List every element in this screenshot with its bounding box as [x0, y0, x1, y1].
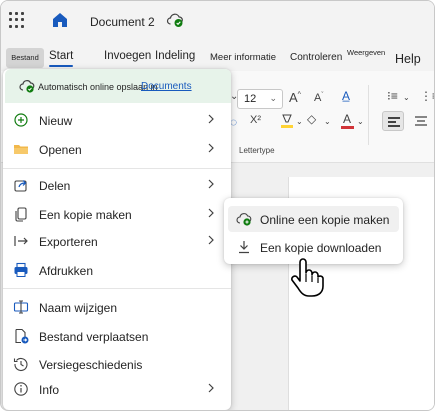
menu-item-label: Exporteren — [39, 235, 98, 249]
share-icon — [14, 180, 27, 192]
font-group-label: Lettertype — [239, 146, 275, 155]
move-file-icon — [15, 328, 29, 344]
file-menu: Automatisch online opslaan in Documents … — [3, 69, 231, 410]
history-icon — [13, 358, 28, 372]
tab-insert[interactable]: Invoegen — [104, 50, 151, 62]
menu-item-rename[interactable]: Naam wijzigen — [3, 294, 231, 320]
submenu-item-copy-online[interactable]: Online een kopie maken — [228, 206, 399, 232]
menu-item-label: Openen — [39, 143, 82, 157]
autosave-banner: Automatisch online opslaan in Documents — [5, 69, 231, 103]
export-icon — [14, 236, 28, 246]
menu-item-label: Nieuw — [39, 114, 73, 128]
menu-item-share[interactable]: Delen — [3, 172, 231, 198]
shading-icon[interactable]: ◇ — [307, 112, 316, 126]
menu-item-label: Info — [39, 383, 60, 397]
tab-review[interactable]: Controleren — [290, 52, 342, 63]
bullets-chevron-icon[interactable]: ⌄ — [403, 93, 410, 102]
submenu-item-label: Online een kopie maken — [260, 213, 390, 227]
menu-separator — [3, 288, 231, 289]
highlight-chevron-icon[interactable]: ⌄ — [296, 117, 303, 126]
autosave-label: Automatisch online opslaan in — [38, 82, 158, 92]
grow-font-button[interactable]: A^ — [289, 90, 301, 105]
chevron-right-icon — [208, 383, 214, 393]
tab-file[interactable]: Bestand — [6, 48, 44, 68]
cloud-saved-icon[interactable] — [166, 12, 184, 28]
font-color-button[interactable]: A — [341, 112, 355, 130]
folder-icon — [14, 145, 28, 154]
text-highlight-icon[interactable] — [280, 113, 294, 129]
chevron-right-icon — [208, 143, 214, 153]
font-color-chevron-icon[interactable]: ⌄ — [357, 117, 364, 126]
download-icon — [239, 241, 249, 254]
menu-item-label: Delen — [39, 179, 71, 193]
chevron-right-icon — [208, 208, 214, 218]
submenu-item-label: Een kopie downloaden — [260, 241, 382, 255]
tab-layout[interactable]: Indeling — [155, 50, 195, 62]
rename-icon — [13, 300, 29, 314]
clear-format-icon[interactable]: ◌ — [230, 115, 237, 129]
tab-more-info[interactable]: Meer informatie — [210, 52, 276, 63]
menu-item-label: Naam wijzigen — [39, 301, 118, 315]
word-window: Document 2 Bestand Start Invoegen Indeli… — [0, 0, 435, 411]
menu-item-print[interactable]: Afdrukken — [3, 257, 231, 283]
chevron-right-icon — [208, 114, 214, 124]
document-title[interactable]: Document 2 — [90, 15, 155, 29]
align-left-button[interactable] — [382, 111, 404, 131]
plus-circle-icon — [14, 113, 28, 127]
menu-item-label: Versiegeschiedenis — [39, 358, 143, 372]
shrink-font-button[interactable]: Aˇ — [314, 92, 323, 104]
tab-help[interactable]: Help — [395, 52, 421, 66]
chevron-down-icon: ⌄ — [269, 93, 277, 103]
menu-item-label: Afdrukken — [39, 264, 94, 278]
copy-icon — [15, 207, 27, 222]
ribbon-tabs: Bestand Start Invoegen Indeling Meer inf… — [1, 41, 434, 71]
menu-item-label: Een kopie maken — [39, 208, 132, 222]
home-icon[interactable] — [51, 11, 69, 29]
align-center-icon[interactable] — [413, 113, 429, 129]
shading-chevron-icon[interactable]: ⌄ — [324, 117, 331, 126]
chevron-right-icon — [208, 235, 214, 245]
autosave-location-link[interactable]: Documents — [141, 81, 192, 92]
cloud-copy-icon — [236, 213, 252, 226]
ribbon-divider — [368, 85, 369, 145]
text-effects-icon[interactable]: A̲ — [342, 89, 350, 103]
app-launcher-icon[interactable] — [9, 12, 25, 28]
cloud-saved-icon — [19, 80, 35, 93]
chevron-right-icon — [208, 179, 214, 189]
superscript-button[interactable]: X² — [250, 114, 261, 126]
menu-item-info[interactable]: Info — [3, 376, 231, 402]
printer-icon — [14, 262, 28, 277]
title-bar: Document 2 — [1, 1, 434, 41]
menu-item-move-file[interactable]: Bestand verplaatsen — [3, 323, 231, 349]
menu-separator — [3, 168, 231, 169]
menu-item-version-history[interactable]: Versiegeschiedenis — [3, 351, 231, 377]
info-icon — [14, 382, 28, 396]
menu-item-make-copy[interactable]: Een kopie maken — [3, 201, 231, 227]
font-size-dropdown[interactable]: 12 ⌄ — [237, 89, 283, 109]
numbering-button[interactable]: ⋮≡ — [420, 89, 434, 103]
menu-item-new[interactable]: Nieuw — [3, 107, 231, 133]
hand-cursor-icon — [291, 258, 324, 297]
font-size-value: 12 — [244, 93, 257, 105]
tab-view[interactable]: Weergeven — [347, 48, 385, 57]
bullets-button[interactable]: ⁝≡ — [387, 89, 398, 103]
menu-item-export[interactable]: Exporteren — [3, 228, 231, 254]
menu-item-label: Bestand verplaatsen — [39, 330, 149, 344]
menu-item-open[interactable]: Openen — [3, 136, 231, 162]
make-copy-submenu: Online een kopie maken Een kopie downloa… — [224, 198, 403, 264]
tab-start[interactable]: Start — [49, 50, 74, 67]
